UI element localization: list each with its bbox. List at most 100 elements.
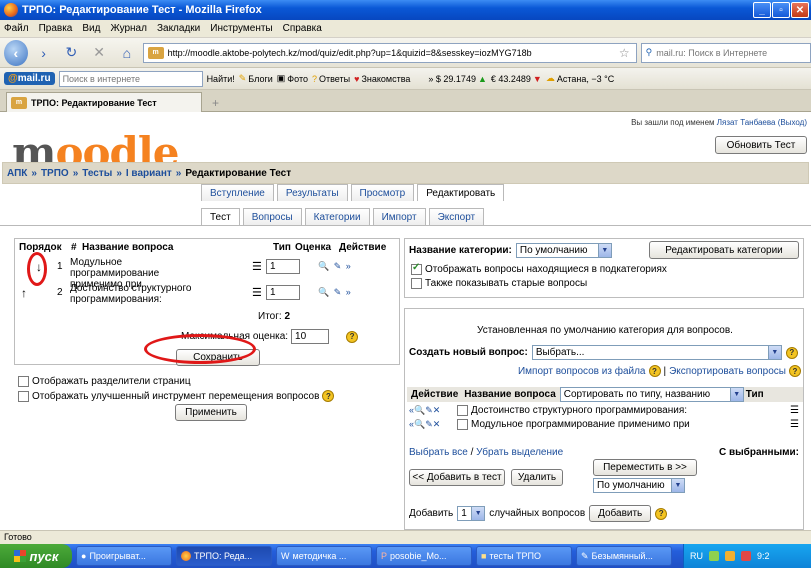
tab-quiz[interactable]: Тест xyxy=(201,208,240,225)
tab-edit[interactable]: Редактировать xyxy=(417,184,505,201)
menu-file[interactable]: Файл xyxy=(4,23,29,34)
browser-tab-active[interactable]: m ТРПО: Редактирование Тест xyxy=(6,92,202,112)
edit-categories-button[interactable]: Редактировать категории xyxy=(649,241,799,259)
tab-intro[interactable]: Вступление xyxy=(201,184,274,201)
language-indicator[interactable]: RU xyxy=(690,551,703,561)
subcategories-option[interactable]: Отображать вопросы находящиеся в подкате… xyxy=(411,262,667,275)
logout-link[interactable]: (Выход) xyxy=(778,118,807,127)
tab-questions[interactable]: Вопросы xyxy=(242,208,302,225)
taskbar-item[interactable]: Wметодичка ... xyxy=(276,546,372,566)
highlight-circle-save xyxy=(144,334,256,364)
mailru-answers-link[interactable]: ? Ответы xyxy=(312,74,350,84)
back-icon[interactable]: ‹ xyxy=(4,39,28,66)
tab-import[interactable]: Импорт xyxy=(372,208,426,225)
tab-export[interactable]: Экспорт xyxy=(428,208,485,225)
breadcrumb-variant[interactable]: I вариант xyxy=(126,168,172,179)
menu-bookmarks[interactable]: Закладки xyxy=(157,23,200,34)
mailru-dating-link[interactable]: ♥ Знакомства xyxy=(354,74,410,84)
question-actions[interactable]: 🔍 ✎ » xyxy=(318,287,352,298)
max-grade-input[interactable]: 10 xyxy=(291,329,330,344)
breadcrumb-trpo[interactable]: ТРПО xyxy=(41,168,69,179)
move-up-icon[interactable]: ↑ xyxy=(21,286,27,300)
taskbar-item[interactable]: Pposobie_Mo... xyxy=(376,546,472,566)
mailru-find-button[interactable]: Найти! xyxy=(207,74,235,84)
delete-button[interactable]: Удалить xyxy=(511,469,563,486)
user-link[interactable]: Лязат Танбаева xyxy=(717,118,776,127)
breadcrumb-tests[interactable]: Тесты xyxy=(82,168,112,179)
category-select[interactable]: По умолчанию ▼ xyxy=(515,243,612,258)
help-icon[interactable]: ? xyxy=(648,365,661,377)
stop-icon[interactable]: ✕ xyxy=(87,42,111,64)
tray-security-icon[interactable] xyxy=(741,551,751,561)
help-icon[interactable]: ? xyxy=(785,346,798,359)
help-icon[interactable]: ? xyxy=(655,507,668,520)
old-questions-option[interactable]: Также показывать старые вопросы xyxy=(411,278,587,289)
maximize-button[interactable]: ▫ xyxy=(772,2,790,18)
bank-row-checkbox[interactable] xyxy=(457,419,468,430)
minimize-button[interactable]: _ xyxy=(753,2,771,18)
page-breaks-checkbox[interactable] xyxy=(18,376,29,387)
taskbar-item-active[interactable]: ТРПО: Реда... xyxy=(176,546,272,566)
old-questions-checkbox[interactable] xyxy=(411,278,422,289)
forward-icon[interactable]: › xyxy=(32,42,56,64)
bookmark-star-icon[interactable]: ☆ xyxy=(619,46,630,60)
mailru-logo[interactable]: @mail.ru xyxy=(4,72,55,85)
create-question-select[interactable]: Выбрать... ▼ xyxy=(531,345,782,360)
import-questions-link[interactable]: Импорт вопросов из файла xyxy=(518,366,646,377)
window-controls: _ ▫ ✕ xyxy=(753,2,809,18)
move-target-select[interactable]: По умолчанию ▼ xyxy=(593,478,685,493)
apply-button[interactable]: Применить xyxy=(175,404,247,421)
random-count-select[interactable]: 1 ▼ xyxy=(457,506,486,521)
reorder-tool-option[interactable]: Отображать улучшенный инструмент перемещ… xyxy=(18,390,335,402)
menu-history[interactable]: Журнал xyxy=(110,23,147,34)
home-icon[interactable]: ⌂ xyxy=(115,42,139,64)
update-test-button[interactable]: Обновить Тест xyxy=(715,136,807,154)
start-button[interactable]: пуск xyxy=(0,544,72,568)
select-all-link[interactable]: Выбрать все xyxy=(409,447,468,458)
add-to-test-button[interactable]: << Добавить в тест xyxy=(409,469,505,486)
export-questions-link[interactable]: Экспортировать вопросы xyxy=(669,366,786,377)
bank-row-actions[interactable]: «🔍✎✕ xyxy=(409,405,457,416)
move-to-button[interactable]: Переместить в >> xyxy=(593,459,697,476)
address-bar[interactable]: m http://moodle.aktobe-polytech.kz/mod/q… xyxy=(142,42,637,63)
tray-app-icon[interactable] xyxy=(725,551,735,561)
add-random-button[interactable]: Добавить xyxy=(589,505,652,522)
mailru-search-input[interactable]: Поиск в интернете xyxy=(58,70,203,87)
help-icon[interactable]: ? xyxy=(322,390,335,402)
selection-links: Выбрать все / Убрать выделение xyxy=(409,447,564,458)
new-tab-icon[interactable]: + xyxy=(212,96,219,110)
help-icon[interactable]: ? xyxy=(346,330,359,343)
help-icon[interactable]: ? xyxy=(789,365,801,377)
taskbar-item[interactable]: ✎ Безымянный... xyxy=(576,546,672,566)
search-input[interactable]: ⚲ mail.ru: Поиск в Интернете xyxy=(640,42,811,63)
weather-widget[interactable]: ☁ Астана, −3 °C xyxy=(546,73,614,84)
page-breaks-option[interactable]: Отображать разделители страниц xyxy=(18,376,191,387)
reload-icon[interactable]: ↻ xyxy=(59,42,83,64)
deselect-link[interactable]: Убрать выделение xyxy=(476,447,563,458)
menu-view[interactable]: Вид xyxy=(82,23,100,34)
search-engine-icon[interactable]: ⚲ xyxy=(646,47,653,58)
grade-input[interactable]: 1 xyxy=(266,259,300,274)
menu-edit[interactable]: Правка xyxy=(39,23,73,34)
breadcrumb-apk[interactable]: АПК xyxy=(7,168,27,179)
mailru-photo-link[interactable]: ▣ Фото xyxy=(277,73,308,84)
random-questions-row: Добавить 1 ▼ случайных вопросов Добавить … xyxy=(409,505,668,522)
bank-row-checkbox[interactable] xyxy=(457,405,468,416)
reorder-tool-checkbox[interactable] xyxy=(18,390,29,402)
menu-tools[interactable]: Инструменты xyxy=(210,23,272,34)
up-arrow-icon: ▲ xyxy=(477,73,487,84)
question-actions[interactable]: 🔍 ✎ » xyxy=(318,261,352,272)
bank-row-actions[interactable]: «🔍✎✕ xyxy=(409,419,457,430)
taskbar-item[interactable]: ■ тесты ТРПО xyxy=(476,546,572,566)
taskbar-item[interactable]: ● Проигрыват... xyxy=(76,546,172,566)
tab-categories[interactable]: Категории xyxy=(304,208,370,225)
menu-help[interactable]: Справка xyxy=(283,23,322,34)
tab-results[interactable]: Результаты xyxy=(276,184,348,201)
sort-select[interactable]: Сортировать по типу, названию ▼ xyxy=(559,387,744,402)
tray-network-icon[interactable] xyxy=(709,551,719,561)
grade-input[interactable]: 1 xyxy=(266,285,300,300)
tab-preview[interactable]: Просмотр xyxy=(350,184,415,201)
subcategories-checkbox[interactable] xyxy=(411,262,422,275)
mailru-blogs-link[interactable]: ✎ Блоги xyxy=(239,73,273,84)
close-button[interactable]: ✕ xyxy=(791,2,809,18)
